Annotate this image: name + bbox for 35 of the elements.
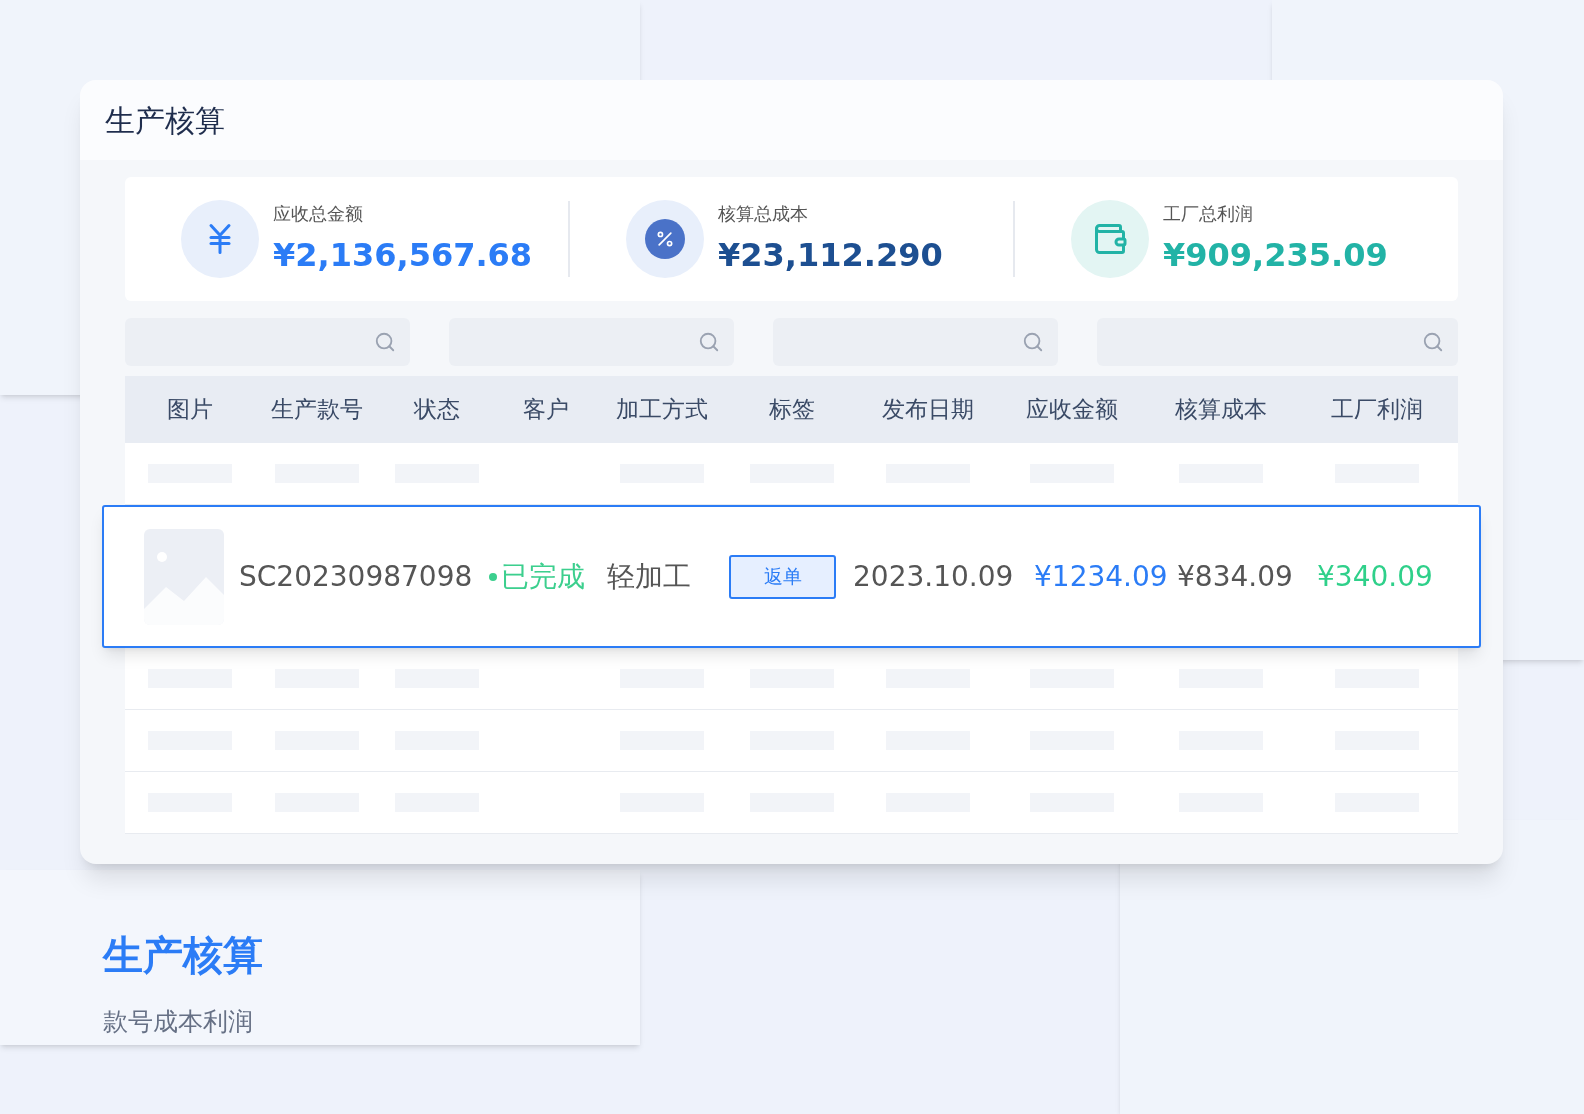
caption-title: 生产核算 [103,931,263,980]
process-text: 轻加工 [607,558,692,595]
column-header: 生产款号 [270,395,365,425]
column-header: 应收金额 [1025,395,1120,425]
column-header: 标签 [768,395,816,425]
column-header: 核算成本 [1174,395,1269,425]
table-row[interactable]: SC20230987098 已完成 轻加工 返单 2023.10.09 ¥1234.09 ¥834.09 ¥340.09 [102,505,1481,648]
status-text: 已完成 [501,558,585,595]
column-header: 图片 [165,395,214,425]
style-code: SC20230987098 [239,558,474,595]
stat-value: ¥23,112.290 [718,234,943,276]
search-field[interactable] [448,318,734,366]
stat-value: ¥909,235.09 [1163,234,1388,276]
column-header: 加工方式 [614,395,709,425]
column-header: 客户 [521,395,570,425]
column-header: 发布日期 [881,395,976,425]
search-icon [697,331,720,353]
stat-label: 应收总金额 [273,201,364,226]
column-header: 状态 [412,395,461,425]
search-field[interactable] [125,318,410,366]
stat-label: 核算总成本 [718,201,809,226]
cost-amount: ¥834.09 [1177,558,1294,595]
stat-label: 工厂总利润 [1163,201,1254,226]
stat-value: ¥2,136,567.68 [273,234,533,276]
receivable-amount: ¥1234.09 [1034,558,1169,595]
search-icon [1021,331,1044,353]
search-field[interactable] [772,318,1058,366]
panel-title: 生产核算 [105,101,225,140]
search-icon [1422,331,1444,353]
profit-amount: ¥340.09 [1317,558,1433,595]
search-field[interactable] [1096,318,1458,366]
column-header: 工厂利润 [1329,395,1424,425]
caption-subtitle: 款号成本利润 [103,1006,254,1038]
date-text: 2023.10.09 [853,558,1015,595]
search-icon [373,331,396,353]
